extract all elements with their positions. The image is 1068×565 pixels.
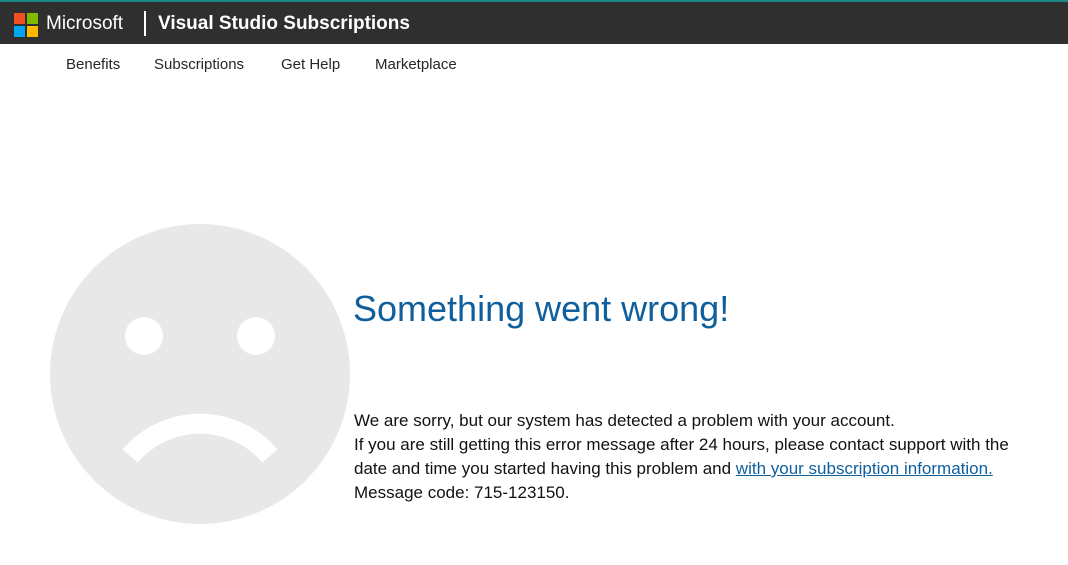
logo-blue-square xyxy=(14,26,25,37)
error-line-1: We are sorry, but our system has detecte… xyxy=(354,411,895,430)
error-line-3-text: date and time you started having this pr… xyxy=(354,459,736,478)
error-message: We are sorry, but our system has detecte… xyxy=(354,409,1054,505)
nav-item-marketplace[interactable]: Marketplace xyxy=(375,55,457,75)
face-circle xyxy=(50,224,350,524)
brand-divider xyxy=(144,11,146,36)
error-line-2: If you are still getting this error mess… xyxy=(354,435,1009,454)
microsoft-logo-icon[interactable] xyxy=(14,13,38,37)
error-title: Something went wrong! xyxy=(353,288,730,329)
logo-green-square xyxy=(27,13,38,24)
nav-item-subscriptions[interactable]: Subscriptions xyxy=(154,55,244,75)
message-code: Message code: 715-123150. xyxy=(354,483,570,502)
left-eye xyxy=(125,317,163,355)
error-line-3: date and time you started having this pr… xyxy=(354,457,1054,481)
logo-yellow-square xyxy=(27,26,38,37)
microsoft-brand-link[interactable]: Microsoft xyxy=(46,11,123,37)
product-title-link[interactable]: Visual Studio Subscriptions xyxy=(158,11,410,37)
nav-item-get-help[interactable]: Get Help xyxy=(281,55,340,75)
main-nav: Benefits Subscriptions Get Help Marketpl… xyxy=(0,44,1068,86)
right-eye xyxy=(237,317,275,355)
subscription-info-link[interactable]: with your subscription information. xyxy=(736,459,993,478)
top-header-bar: Microsoft Visual Studio Subscriptions xyxy=(0,0,1068,44)
sad-face-icon xyxy=(50,224,350,524)
logo-red-square xyxy=(14,13,25,24)
nav-item-benefits[interactable]: Benefits xyxy=(66,55,120,75)
